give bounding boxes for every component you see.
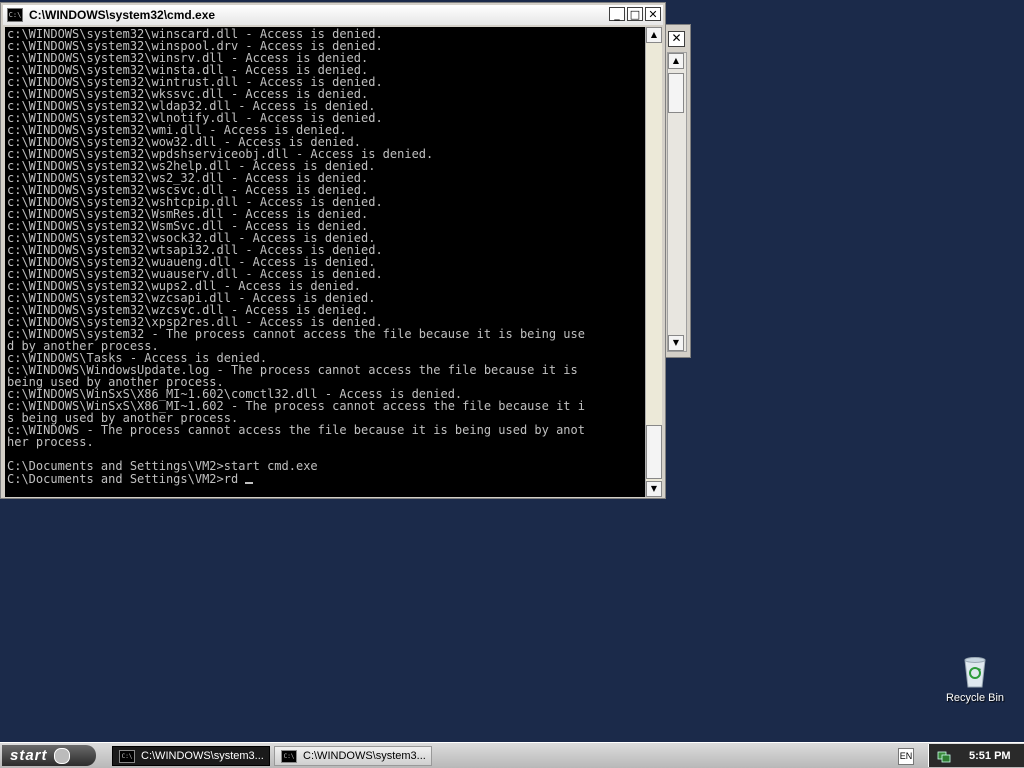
text-cursor [245,482,254,484]
minimize-button[interactable]: _ [609,7,625,21]
console-prompt[interactable]: C:\Documents and Settings\VM2>rd [5,472,647,485]
window-title: C:\WINDOWS\system32\cmd.exe [29,8,216,22]
cmd-icon: C:\ [119,749,135,763]
taskbar-button-cmd-1[interactable]: C:\ C:\WINDOWS\system3... [112,746,270,766]
background-scroll-down-button[interactable]: ▼ [668,335,684,351]
system-tray: 5:51 PM [928,744,1024,767]
background-window-close-button[interactable]: ✕ [668,31,685,47]
cmd-icon: C:\ [7,8,23,22]
windows-orb-icon [53,747,70,764]
recycle-bin-icon [962,656,988,688]
taskbar-button-label: C:\WINDOWS\system3... [141,750,264,762]
background-scroll-up-button[interactable]: ▲ [668,53,684,69]
taskbar: start C:\ C:\WINDOWS\system3... C:\ C:\W… [0,742,1024,768]
maximize-button[interactable]: □ [627,7,643,21]
prompt-text: C:\Documents and Settings\VM2>rd [7,472,246,486]
language-indicator[interactable]: EN [898,748,914,765]
cmd-window[interactable]: C:\ C:\WINDOWS\system32\cmd.exe _ □ ✕ c:… [0,2,666,499]
background-cmd-window[interactable]: ✕ ▲ ▼ [664,24,691,358]
recycle-bin-label: Recycle Bin [945,692,1005,704]
console-text: c:\WINDOWS\system32\winscard.dll - Acces… [7,27,585,473]
taskbar-button-label: C:\WINDOWS\system3... [303,750,426,762]
scroll-up-button[interactable]: ▲ [646,27,662,43]
cmd-icon: C:\ [281,749,297,763]
network-tray-icon[interactable] [937,749,951,763]
vertical-scrollbar[interactable]: ▲ ▼ [645,27,662,497]
scroll-down-button[interactable]: ▼ [646,481,662,497]
scroll-thumb[interactable] [646,425,662,479]
title-bar[interactable]: C:\ C:\WINDOWS\system32\cmd.exe _ □ ✕ [3,5,663,25]
start-label: start [10,747,48,764]
background-window-scrollbar[interactable]: ▲ ▼ [667,52,687,352]
clock[interactable]: 5:51 PM [969,750,1011,762]
console-output[interactable]: c:\WINDOWS\system32\winscard.dll - Acces… [5,27,647,497]
background-scroll-thumb[interactable] [668,73,684,113]
taskbar-button-cmd-2[interactable]: C:\ C:\WINDOWS\system3... [274,746,432,766]
close-button[interactable]: ✕ [645,7,661,21]
start-button[interactable]: start [2,745,96,766]
recycle-bin[interactable]: Recycle Bin [940,656,1010,704]
